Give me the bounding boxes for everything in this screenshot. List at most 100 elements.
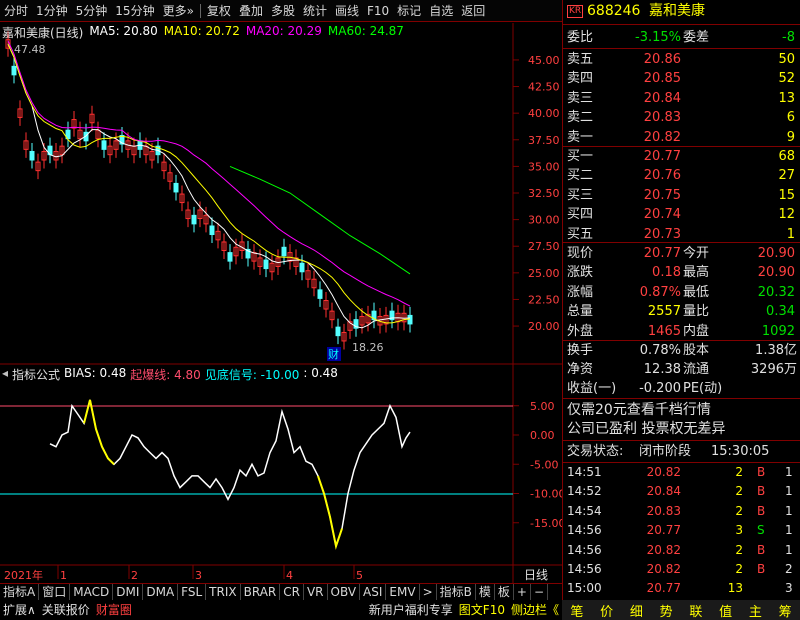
indicator-tab[interactable]: 窗口	[39, 584, 71, 600]
indicator-tab[interactable]: BRAR	[241, 584, 281, 600]
sell-volume: 6	[786, 110, 795, 126]
sell-row[interactable]: 卖二 20.83 6	[563, 108, 800, 127]
candle-body	[299, 262, 305, 273]
stat-label: 现价	[567, 246, 594, 261]
candle-body	[173, 182, 179, 193]
indicator-tab[interactable]: VR	[304, 584, 328, 600]
quote-tab[interactable]: 联	[689, 601, 702, 620]
stat-value: 1092	[761, 323, 795, 339]
indicator-tab[interactable]: ASI	[360, 584, 387, 600]
stat2-row: 收益(一) -0.200 PE(动)	[563, 379, 800, 398]
menu-arrow-icon[interactable]: ◂	[2, 366, 8, 382]
indicator-tab[interactable]: FSL	[178, 584, 207, 600]
toolbar-btn-f10[interactable]: F10	[363, 0, 393, 22]
tick-flag: B	[757, 542, 766, 557]
buy-label: 买一	[567, 149, 594, 164]
tick-count: 3	[785, 581, 793, 596]
buy-row[interactable]: 买四 20.74 12	[563, 205, 800, 224]
indicator-tab[interactable]: TRIX	[206, 584, 241, 600]
price-tick-label: 40.00	[528, 107, 560, 120]
indicator-tab[interactable]: 模	[476, 584, 495, 600]
toolbar-btn-1min[interactable]: 1分钟	[32, 0, 72, 22]
related-quote-tab[interactable]: 关联报价	[39, 601, 93, 619]
toolbar-btn-fuquan[interactable]: 复权	[203, 0, 235, 22]
sell-row[interactable]: 卖三 20.84 13	[563, 89, 800, 108]
indicator-name[interactable]: 指标公式	[12, 366, 60, 382]
toolbar-btn-15min[interactable]: 15分钟	[111, 0, 158, 22]
buy-volume: 1	[786, 226, 795, 242]
indicator-tab[interactable]: DMI	[113, 584, 144, 600]
sell-row[interactable]: 卖五 20.86 50	[563, 50, 800, 69]
toolbar-btn-5min[interactable]: 5分钟	[72, 0, 112, 22]
toolbar-btn-back[interactable]: 返回	[457, 0, 489, 22]
quote-tab[interactable]: 势	[660, 601, 673, 620]
indicator-tab[interactable]: MACD	[70, 584, 114, 600]
quote-tab[interactable]: 值	[719, 601, 732, 620]
indicator-tab[interactable]: +	[514, 584, 531, 600]
sell-row[interactable]: 卖四 20.85 52	[563, 69, 800, 88]
sidebar-toggle[interactable]: 侧边栏《	[508, 601, 562, 619]
indicator-tab[interactable]: CR	[280, 584, 304, 600]
expand-button[interactable]: 扩展∧	[0, 601, 39, 619]
stat-value: 20.77	[643, 246, 681, 261]
promo-level2[interactable]: 仅需20元查看千档行情	[567, 401, 800, 420]
indicator-tab[interactable]: DMA	[143, 584, 179, 600]
buy-row[interactable]: 买一 20.77 68	[563, 147, 800, 166]
candle-body	[281, 246, 287, 257]
toolbar-btn-tongji[interactable]: 统计	[299, 0, 331, 22]
ma5-line	[7, 43, 411, 329]
stat-label: 流通	[683, 362, 710, 377]
sell-row[interactable]: 卖一 20.82 9	[563, 128, 800, 147]
tick-volume: 2	[735, 484, 743, 499]
toolbar-btn-huaxian[interactable]: 画线	[331, 0, 363, 22]
toolbar-btn-duogu[interactable]: 多股	[267, 0, 299, 22]
stat-label: 涨跌	[567, 265, 594, 281]
bias-highlight	[83, 399, 343, 550]
tick-flag: B	[757, 503, 766, 518]
candle-body	[317, 289, 323, 299]
tick-time: 14:52	[567, 484, 602, 499]
toolbar-btn-zixuan[interactable]: 自选	[425, 0, 457, 22]
stat-label: 股本	[683, 343, 710, 358]
buy-row[interactable]: 买三 20.75 15	[563, 186, 800, 205]
indicator-tab[interactable]: OBV	[328, 584, 361, 600]
qibao-value: 起爆线: 4.80	[130, 368, 201, 382]
buy-row[interactable]: 买五 20.73 1	[563, 225, 800, 244]
price-tick-label: 37.50	[528, 134, 560, 147]
quote-tab[interactable]: 细	[630, 601, 643, 620]
toolbar-btn-more[interactable]: 更多»	[159, 0, 198, 22]
tick-count: 1	[785, 523, 793, 538]
toolbar-btn-diejia[interactable]: 叠加	[235, 0, 267, 22]
f10-tab[interactable]: 图文F10	[456, 601, 508, 619]
stat-row: 涨跌 0.18 最高 20.90	[563, 263, 800, 282]
sell-price: 20.86	[643, 52, 681, 67]
quote-tab[interactable]: 价	[600, 601, 613, 620]
indicator-tab[interactable]: −	[531, 584, 549, 600]
kline-chart[interactable]: 45.0042.5040.0037.5035.0032.5030.0027.50…	[0, 23, 562, 583]
indicator-tab[interactable]: 指标B	[437, 584, 476, 600]
toolbar-btn-fenshi[interactable]: 分时	[0, 0, 32, 22]
indicator-tab[interactable]: >	[420, 584, 437, 600]
period-label[interactable]: 日线	[524, 568, 548, 582]
stock-code: 688246	[587, 3, 641, 19]
wealth-circle-tab[interactable]: 财富圈	[93, 601, 135, 619]
indicator-tab[interactable]: 指标A	[0, 584, 40, 600]
tick-price: 20.83	[646, 503, 681, 518]
indicator-tab[interactable]: 板	[495, 584, 514, 600]
toolbar-btn-biaoji[interactable]: 标记	[393, 0, 425, 22]
quote-tab[interactable]: 筹	[779, 601, 792, 620]
bias-line	[49, 399, 411, 549]
buy-label: 买五	[567, 226, 594, 242]
new-user-promo[interactable]: 新用户福利专享	[366, 601, 456, 619]
stock-header: KR 688246 嘉和美康	[563, 2, 800, 21]
candle-body	[407, 314, 413, 325]
quote-tab[interactable]: 笔	[570, 601, 583, 620]
kr-badge: KR	[567, 5, 584, 18]
weibi-value: -3.15%	[635, 30, 681, 45]
buy-row[interactable]: 买二 20.76 27	[563, 166, 800, 185]
indicator-tab[interactable]: EMV	[386, 584, 420, 600]
quote-tab[interactable]: 主	[749, 601, 762, 620]
tick-price: 20.82	[646, 465, 681, 479]
price-axis: 45.00 42.50 40.00 37.50 35.00 32.50 30.00 27.50…	[513, 54, 560, 333]
promo-company[interactable]: 公司已盈利 投票权无差异	[567, 420, 800, 439]
